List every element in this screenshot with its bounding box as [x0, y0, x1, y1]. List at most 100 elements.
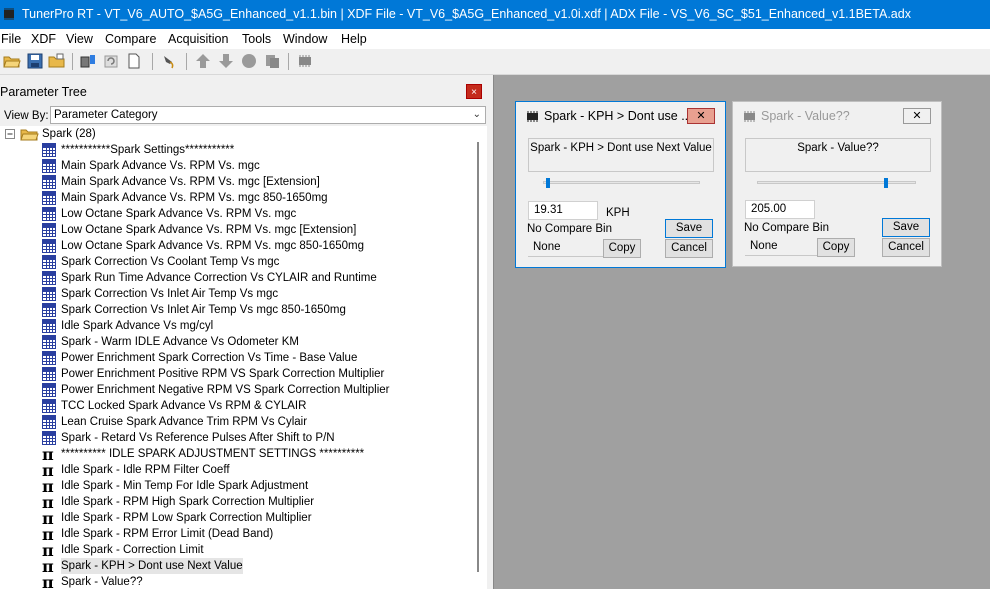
parameter-description: Spark - KPH > Dont use Next Value — [528, 138, 714, 172]
svg-text:π: π — [42, 495, 54, 509]
chip-icon[interactable] — [296, 53, 314, 69]
collapse-icon[interactable] — [5, 129, 15, 139]
tree-root-label: Spark (28) — [42, 128, 96, 140]
value-field[interactable]: 205.00 — [745, 200, 815, 219]
menu-acquisition[interactable]: Acquisition — [168, 32, 228, 46]
chip-download-icon[interactable] — [79, 53, 97, 69]
close-icon[interactable]: × — [466, 84, 482, 99]
save-icon[interactable] — [26, 53, 44, 69]
table-icon — [42, 175, 56, 189]
slider-thumb[interactable] — [884, 178, 888, 188]
tree-item-label: Main Spark Advance Vs. RPM Vs. mgc [Exte… — [61, 176, 320, 188]
table-icon — [42, 319, 56, 333]
open-folder-icon[interactable] — [3, 53, 21, 69]
tree-item-label: Spark - KPH > Dont use Next Value — [61, 558, 243, 574]
tree-item-label: Idle Spark - Correction Limit — [61, 544, 204, 556]
svg-text:π: π — [42, 543, 54, 557]
table-icon — [42, 239, 56, 253]
scalar-editor-kph: Spark - KPH > Dont use ... ✕ Spark - KPH… — [515, 101, 726, 268]
close-icon[interactable]: ✕ — [687, 108, 715, 124]
tree-item-label: Spark Correction Vs Coolant Temp Vs mgc — [61, 256, 280, 268]
copy-button[interactable]: Copy — [817, 238, 855, 257]
save-button[interactable]: Save — [882, 218, 930, 237]
pi-constant-icon: π — [42, 541, 56, 560]
table-icon — [42, 399, 56, 413]
probe-icon[interactable] — [160, 53, 178, 69]
menu-help[interactable]: Help — [341, 32, 367, 46]
cancel-button[interactable]: Cancel — [882, 238, 930, 257]
parameter-tree[interactable]: Spark (28) ***********Spark Settings****… — [0, 126, 477, 589]
view-by-select[interactable]: Parameter Category ⌄ — [50, 106, 486, 124]
parameter-tree-panel: Parameter Tree × View By: Parameter Cate… — [0, 75, 494, 589]
table-icon — [42, 383, 56, 397]
menu-window[interactable]: Window — [283, 32, 327, 46]
table-icon — [42, 223, 56, 237]
record-icon[interactable] — [240, 53, 258, 69]
pi-constant-icon: π — [42, 477, 56, 496]
chip-icon — [744, 111, 755, 122]
tree-item-label: Low Octane Spark Advance Vs. RPM Vs. mgc… — [61, 224, 357, 236]
table-icon — [42, 415, 56, 429]
table-icon — [42, 335, 56, 349]
new-document-icon[interactable] — [125, 53, 143, 69]
dialog-title: Spark - Value?? — [761, 109, 850, 123]
copy-icon[interactable] — [263, 53, 281, 69]
tree-item-label: Idle Spark - Idle RPM Filter Coeff — [61, 464, 230, 476]
toolbar-separator — [186, 53, 187, 70]
tree-item-label: Spark - Retard Vs Reference Pulses After… — [61, 432, 335, 444]
copy-button[interactable]: Copy — [603, 239, 641, 258]
table-icon — [42, 287, 56, 301]
save-button[interactable]: Save — [665, 219, 713, 238]
scalar-editor-value: Spark - Value?? ✕ Spark - Value?? 205.00… — [732, 101, 942, 267]
up-arrow-icon[interactable] — [194, 53, 212, 69]
pi-constant-icon: π — [42, 525, 54, 544]
svg-text:π: π — [42, 559, 54, 573]
close-icon[interactable]: ✕ — [903, 108, 931, 124]
scrollbar-thumb[interactable] — [477, 142, 479, 572]
menu-tools[interactable]: Tools — [242, 32, 271, 46]
pi-constant-icon: π — [42, 493, 56, 512]
menu-view[interactable]: View — [66, 32, 93, 46]
table-icon — [42, 319, 56, 333]
parameter-description: Spark - Value?? — [745, 138, 931, 172]
tree-item-label: Spark Correction Vs Inlet Air Temp Vs mg… — [61, 288, 279, 300]
toolbar-separator — [152, 53, 153, 70]
chip-icon — [4, 8, 14, 20]
open-folder-icon — [20, 129, 39, 141]
menu-file[interactable]: File — [1, 32, 21, 46]
table-icon — [42, 159, 56, 173]
tree-item-label: Idle Spark - Min Temp For Idle Spark Adj… — [61, 480, 309, 492]
table-icon — [42, 431, 56, 445]
pi-constant-icon: π — [42, 557, 54, 576]
value-field[interactable]: 19.31 — [528, 201, 598, 220]
tree-item-label: Power Enrichment Spark Correction Vs Tim… — [61, 352, 358, 364]
svg-text:π: π — [42, 511, 54, 525]
table-icon — [42, 367, 56, 381]
down-arrow-icon[interactable] — [217, 53, 235, 69]
value-slider[interactable] — [543, 181, 700, 184]
tree-item-label: Lean Cruise Spark Advance Trim RPM Vs Cy… — [61, 416, 308, 428]
tree-item-label: Power Enrichment Negative RPM VS Spark C… — [61, 384, 390, 396]
table-icon — [42, 287, 56, 301]
open-icon[interactable] — [48, 53, 66, 69]
refresh-icon[interactable] — [102, 53, 120, 69]
tree-scrollbar[interactable] — [477, 126, 487, 589]
tree-item-label: ***********Spark Settings*********** — [61, 144, 235, 156]
slider-thumb[interactable] — [546, 178, 550, 188]
svg-text:π: π — [42, 447, 54, 461]
dialog-titlebar: Spark - KPH > Dont use ... ✕ — [516, 102, 725, 130]
chevron-down-icon: ⌄ — [472, 109, 481, 120]
table-icon — [42, 271, 56, 285]
toolbar-separator — [288, 53, 289, 70]
cancel-button[interactable]: Cancel — [665, 239, 713, 258]
table-icon — [42, 399, 56, 413]
chip-icon — [527, 111, 538, 122]
menu-compare[interactable]: Compare — [105, 32, 156, 46]
tree-item-label: Idle Spark Advance Vs mg/cyl — [61, 320, 214, 332]
menu-xdf[interactable]: XDF — [31, 32, 56, 46]
panel-title: Parameter Tree — [0, 85, 87, 99]
value-slider[interactable] — [757, 181, 916, 184]
tree-item-label: Low Octane Spark Advance Vs. RPM Vs. mgc — [61, 208, 297, 220]
title-bar: TunerPro RT - VT_V6_AUTO_$A5G_Enhanced_v… — [0, 0, 990, 29]
pi-constant-icon: π — [42, 477, 54, 496]
